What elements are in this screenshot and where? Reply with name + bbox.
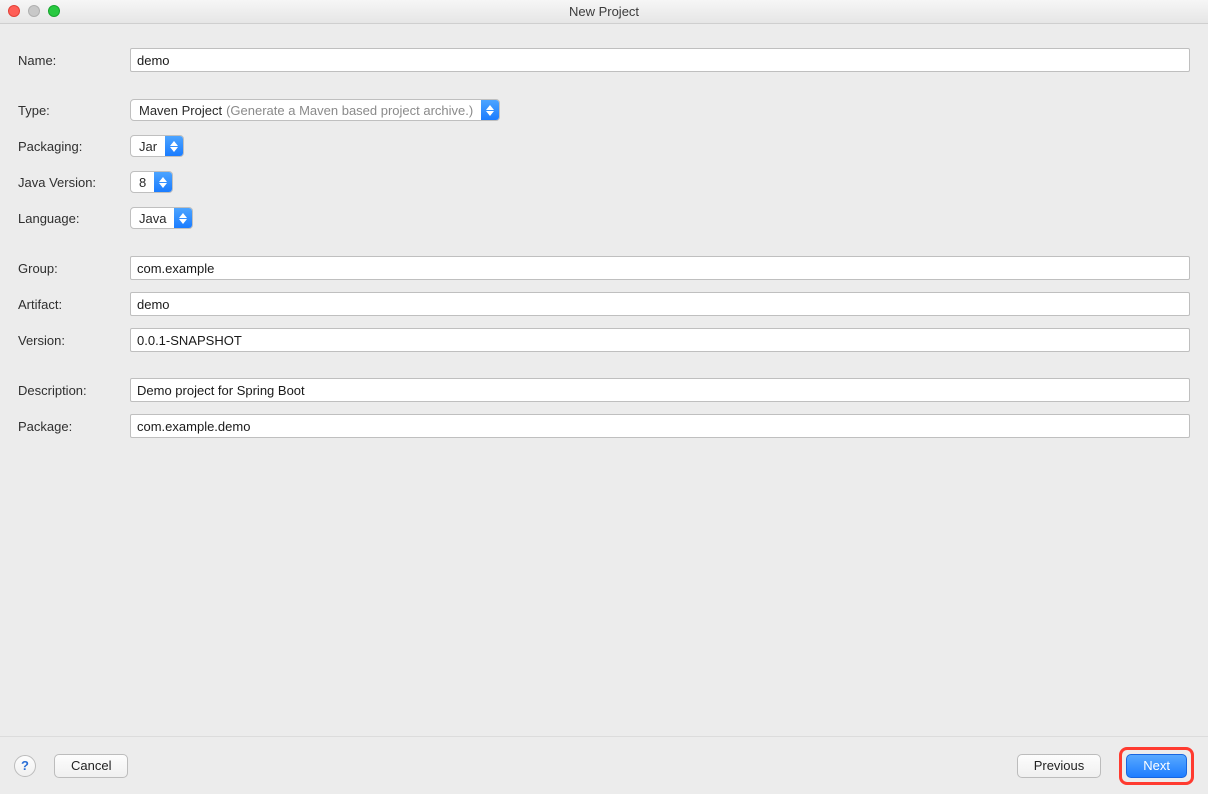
label-java-version: Java Version: xyxy=(18,175,130,190)
row-artifact: Artifact: xyxy=(18,286,1190,322)
label-package: Package: xyxy=(18,419,130,434)
form-area: Name: Type: Maven Project (Generate a Ma… xyxy=(0,24,1208,736)
row-java-version: Java Version: 8 xyxy=(18,164,1190,200)
label-packaging: Packaging: xyxy=(18,139,130,154)
minimize-icon xyxy=(28,5,40,17)
group-input[interactable] xyxy=(130,256,1190,280)
package-input[interactable] xyxy=(130,414,1190,438)
version-input[interactable] xyxy=(130,328,1190,352)
language-select-value: Java xyxy=(139,211,166,226)
previous-button[interactable]: Previous xyxy=(1017,754,1102,778)
next-button[interactable]: Next xyxy=(1126,754,1187,778)
footer: ? Cancel Previous Next xyxy=(0,736,1208,794)
close-icon[interactable] xyxy=(8,5,20,17)
label-language: Language: xyxy=(18,211,130,226)
label-group: Group: xyxy=(18,261,130,276)
name-input[interactable] xyxy=(130,48,1190,72)
artifact-input[interactable] xyxy=(130,292,1190,316)
window-controls xyxy=(8,5,60,17)
label-artifact: Artifact: xyxy=(18,297,130,312)
label-type: Type: xyxy=(18,103,130,118)
help-button[interactable]: ? xyxy=(14,755,36,777)
chevron-updown-icon xyxy=(165,136,183,156)
description-input[interactable] xyxy=(130,378,1190,402)
row-type: Type: Maven Project (Generate a Maven ba… xyxy=(18,92,1190,128)
row-language: Language: Java xyxy=(18,200,1190,236)
chevron-updown-icon xyxy=(481,100,499,120)
window-title: New Project xyxy=(569,4,639,19)
label-version: Version: xyxy=(18,333,130,348)
label-description: Description: xyxy=(18,383,130,398)
row-description: Description: xyxy=(18,372,1190,408)
zoom-icon[interactable] xyxy=(48,5,60,17)
row-name: Name: xyxy=(18,42,1190,78)
row-packaging: Packaging: Jar xyxy=(18,128,1190,164)
titlebar: New Project xyxy=(0,0,1208,24)
row-version: Version: xyxy=(18,322,1190,358)
type-select-value: Maven Project xyxy=(139,103,222,118)
java-version-select-value: 8 xyxy=(139,175,146,190)
packaging-select[interactable]: Jar xyxy=(130,135,184,157)
java-version-select[interactable]: 8 xyxy=(130,171,173,193)
cancel-button[interactable]: Cancel xyxy=(54,754,128,778)
label-name: Name: xyxy=(18,53,130,68)
help-icon: ? xyxy=(21,758,29,773)
next-button-highlight: Next xyxy=(1119,747,1194,785)
chevron-updown-icon xyxy=(174,208,192,228)
type-select[interactable]: Maven Project (Generate a Maven based pr… xyxy=(130,99,500,121)
type-select-hint: (Generate a Maven based project archive.… xyxy=(226,103,473,118)
row-group: Group: xyxy=(18,250,1190,286)
language-select[interactable]: Java xyxy=(130,207,193,229)
row-package: Package: xyxy=(18,408,1190,444)
packaging-select-value: Jar xyxy=(139,139,157,154)
chevron-updown-icon xyxy=(154,172,172,192)
